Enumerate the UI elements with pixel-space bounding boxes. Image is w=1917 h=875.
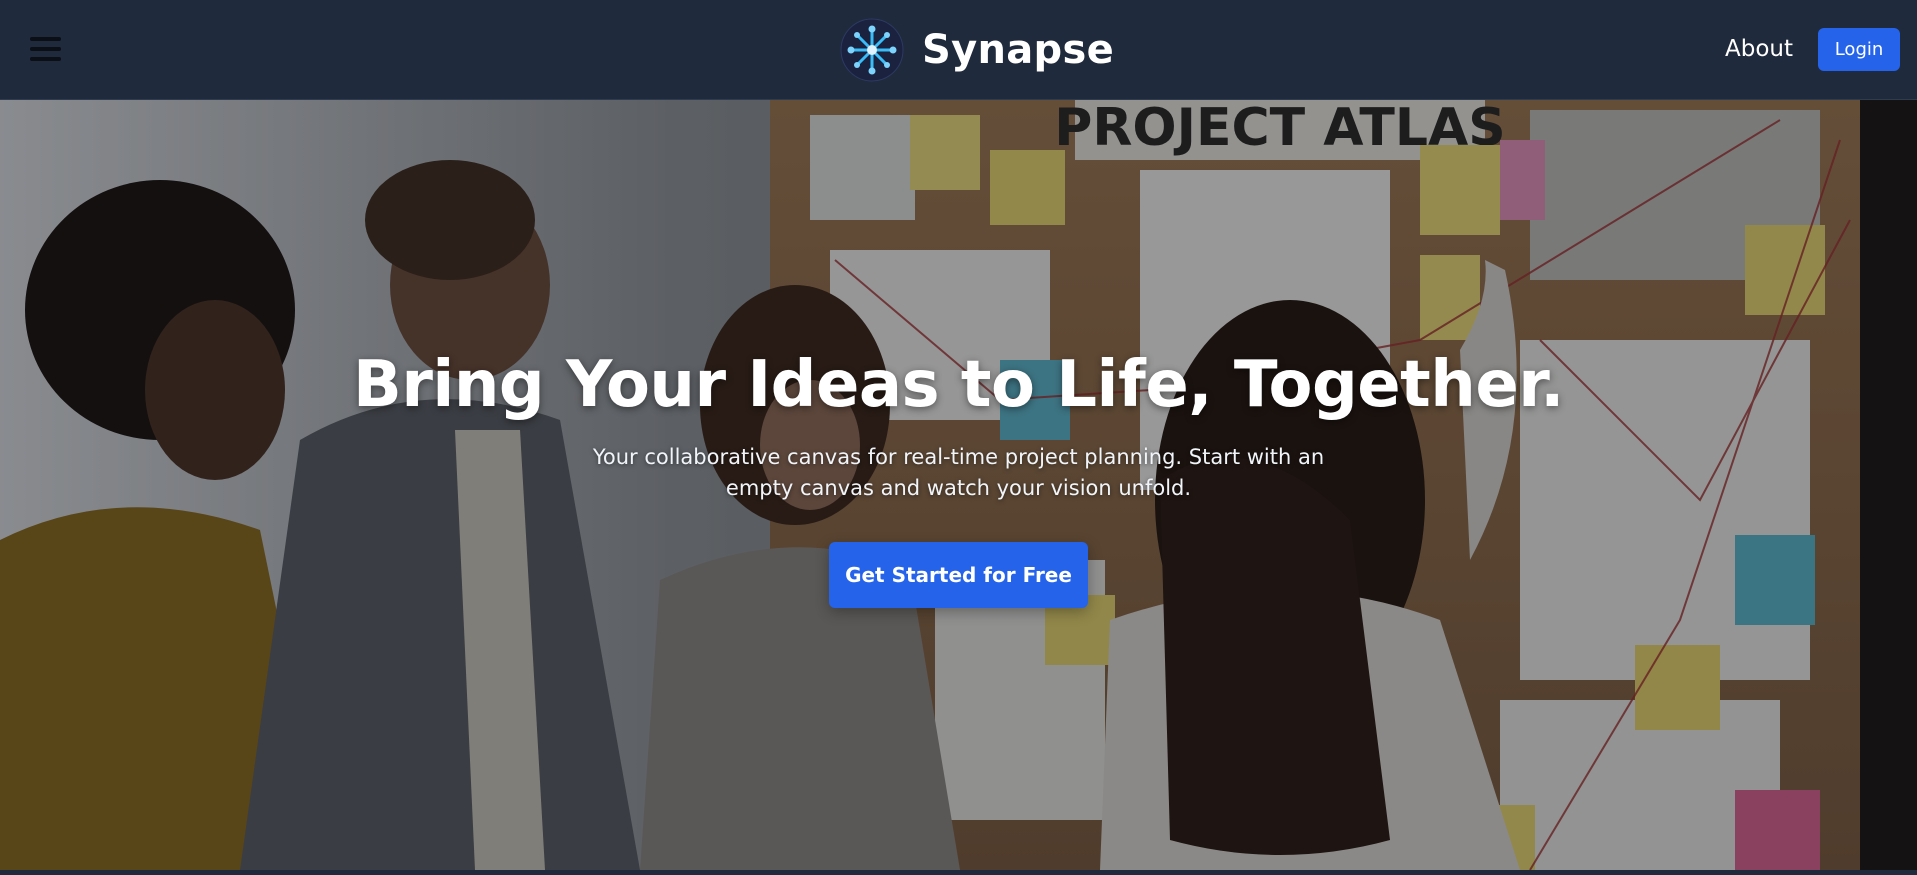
hero-section: PROJECT ATLAS Bring Your Ideas to Life, … xyxy=(0,100,1917,870)
get-started-button[interactable]: Get Started for Free xyxy=(829,542,1088,609)
bottom-divider xyxy=(0,870,1917,875)
hero-content: Bring Your Ideas to Life, Together. Your… xyxy=(0,348,1917,609)
synapse-logo-icon xyxy=(840,18,904,82)
nav-about-link[interactable]: About xyxy=(1725,36,1793,62)
hero-subtitle: Your collaborative canvas for real-time … xyxy=(592,445,1325,501)
login-button[interactable]: Login xyxy=(1818,28,1900,71)
hero-title: Bring Your Ideas to Life, Together. xyxy=(353,348,1564,422)
hamburger-menu-icon[interactable] xyxy=(30,35,62,63)
brand-name: Synapse xyxy=(922,27,1115,73)
app-root: Synapse About Login PROJECT ATLAS Bring … xyxy=(0,0,1917,875)
brand[interactable]: Synapse xyxy=(840,18,1114,82)
top-navbar: Synapse About Login xyxy=(0,0,1917,100)
